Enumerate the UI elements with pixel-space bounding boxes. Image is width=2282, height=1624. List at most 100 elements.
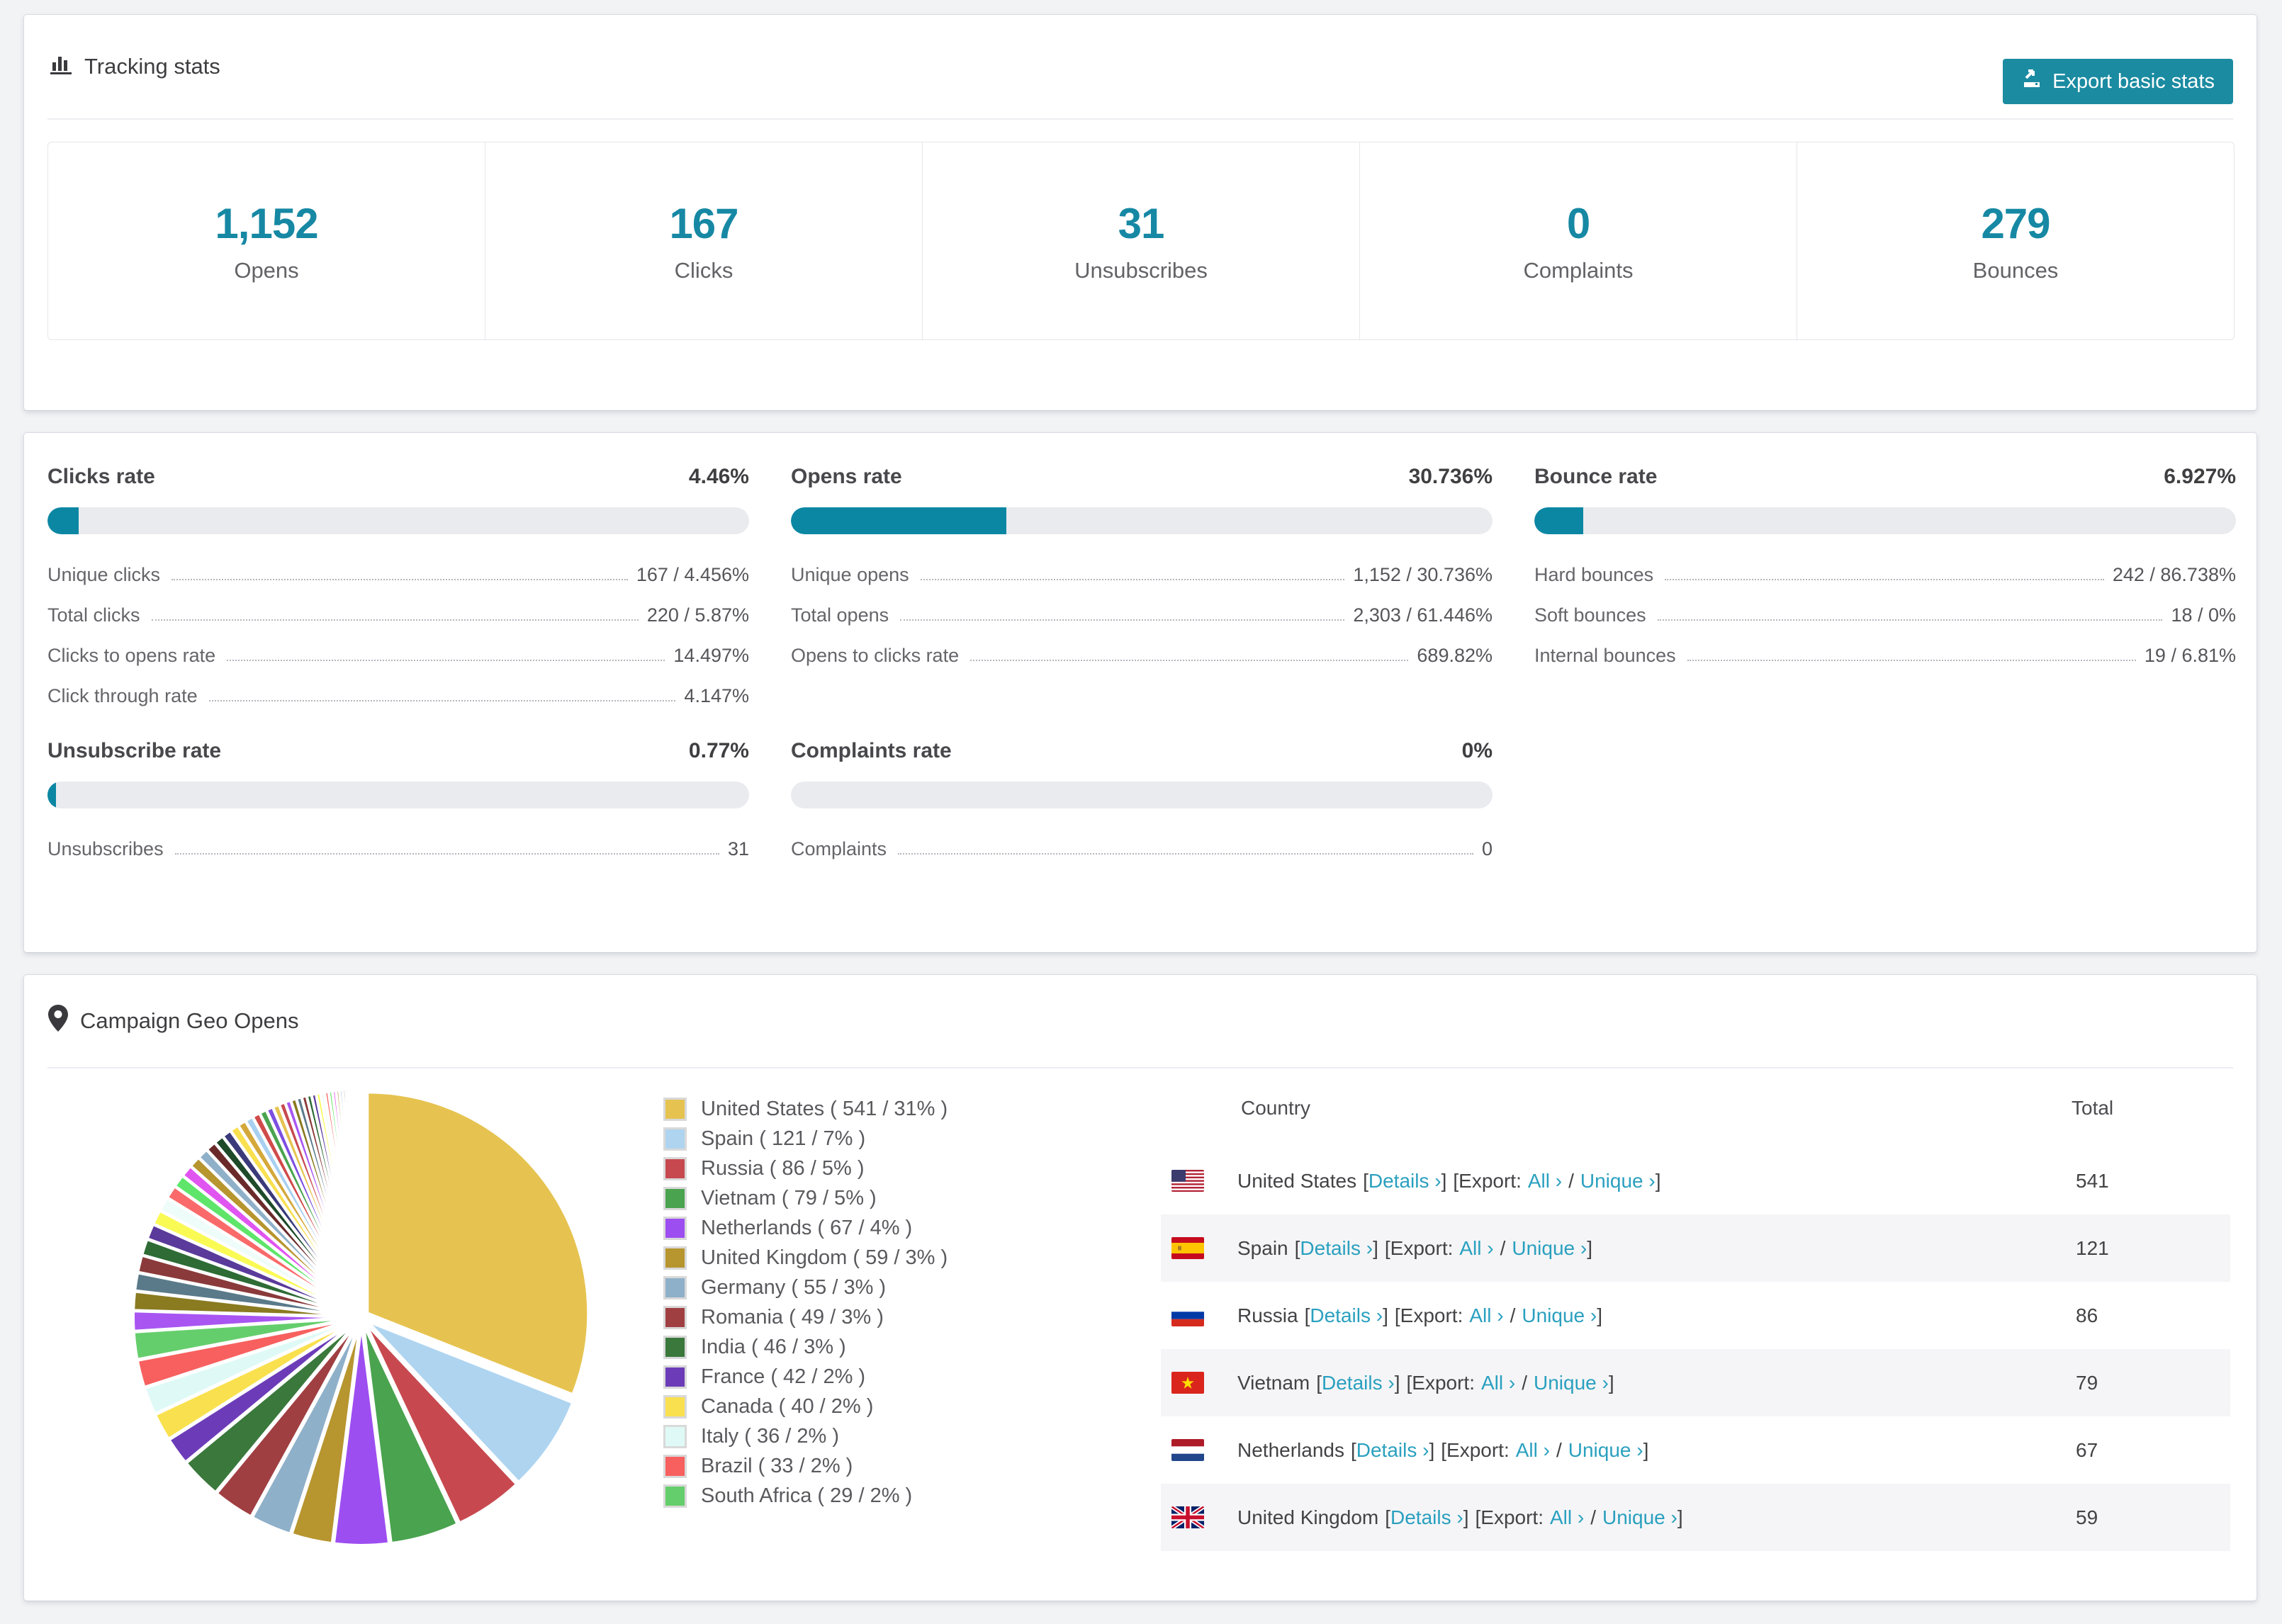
rate-title: Unsubscribe rate [47, 739, 222, 762]
panel-title: Tracking stats [84, 54, 220, 79]
export-all-link[interactable]: All › [1481, 1372, 1515, 1394]
stat-value: 1,152 [215, 199, 318, 247]
metric-row: Unsubscribes 31 [47, 838, 749, 859]
legend-swatch [663, 1127, 687, 1151]
legend-swatch [663, 1424, 687, 1448]
table-row-netherlands: Netherlands [Details ›] [Export: All › / Uniq… [1161, 1416, 2230, 1484]
legend-item: South Africa ( 29 / 2% ) [663, 1481, 948, 1511]
table-row-united-states: United States [Details ›] [Export: All › / Un… [1161, 1147, 2230, 1214]
export-unique-link[interactable]: Unique › [1602, 1506, 1677, 1528]
united-kingdom-flag-icon [1171, 1506, 1204, 1528]
legend-swatch [663, 1335, 687, 1359]
metric-row: Soft bounces 18 / 0% [1534, 604, 2236, 626]
legend-swatch [663, 1305, 687, 1329]
tracking-stats-panel: Tracking stats Export basic stats 1,152 … [23, 14, 2257, 411]
bounce-rate-progressbar [1534, 507, 2236, 534]
clicks-rate-progressbar [47, 507, 749, 534]
metric-row: Internal bounces 19 / 6.81% [1534, 645, 2236, 666]
clicks-rate-block: Clicks rate 4.46% Unique clicks 167 / 4.45… [47, 433, 749, 707]
header-divider [47, 1067, 2233, 1068]
export-unique-link[interactable]: Unique › [1512, 1237, 1587, 1259]
details-link[interactable]: Details › [1310, 1304, 1383, 1326]
metric-row: Opens to clicks rate 689.82% [791, 645, 1493, 666]
details-link[interactable]: Details › [1322, 1372, 1395, 1394]
export-unique-link[interactable]: Unique › [1568, 1439, 1643, 1461]
stat-unsubscribes: 31 Unsubscribes [923, 142, 1360, 339]
bar-chart-icon [47, 51, 73, 82]
export-unique-link[interactable]: Unique › [1522, 1304, 1597, 1326]
rates-panel: Clicks rate 4.46% Unique clicks 167 / 4.45… [23, 432, 2257, 953]
geo-opens-table: Country Total United States [Details ›] [E… [1161, 1069, 2230, 1577]
export-basic-stats-button[interactable]: Export basic stats [2003, 59, 2233, 104]
table-row-russia: Russia [Details ›] [Export: All › / Unique ›]… [1161, 1282, 2230, 1349]
details-link[interactable]: Details › [1368, 1170, 1441, 1192]
united-states-flag-icon [1171, 1170, 1204, 1192]
stat-value: 279 [1981, 199, 2050, 247]
legend-swatch [663, 1216, 687, 1240]
stat-complaints: 0 Complaints [1360, 142, 1797, 339]
metric-row: Total opens 2,303 / 61.446% [791, 604, 1493, 626]
campaign-stats-page: { "tracking": { "title": "Tracking stats… [0, 0, 2282, 1624]
legend-item: Vietnam ( 79 / 5% ) [663, 1183, 948, 1213]
total-value: 59 [2076, 1506, 2098, 1528]
spain-flag-icon [1171, 1237, 1204, 1259]
legend-item: Italy ( 36 / 2% ) [663, 1421, 948, 1451]
tracking-stats-title-row: Tracking stats [47, 51, 220, 82]
metric-row: Hard bounces 242 / 86.738% [1534, 564, 2236, 585]
export-all-link[interactable]: All › [1459, 1237, 1493, 1259]
rate-title: Clicks rate [47, 465, 155, 488]
export-all-link[interactable]: All › [1528, 1170, 1562, 1192]
legend-swatch [663, 1246, 687, 1270]
details-link[interactable]: Details › [1390, 1506, 1463, 1528]
geo-opens-pie-chart [123, 1079, 600, 1555]
complaints-rate-progressbar [791, 782, 1493, 808]
metric-row: Total clicks 220 / 5.87% [47, 604, 749, 626]
legend-item: Germany ( 55 / 3% ) [663, 1273, 948, 1302]
map-pin-icon [47, 1004, 69, 1038]
details-link[interactable]: Details › [1356, 1439, 1429, 1461]
header-divider [47, 118, 2233, 120]
total-value: 79 [2076, 1371, 2098, 1394]
country-column-header: Country [1241, 1097, 1311, 1119]
legend-item: Spain ( 121 / 7% ) [663, 1124, 948, 1154]
legend-item: India ( 46 / 3% ) [663, 1332, 948, 1362]
rate-value: 30.736% [1408, 465, 1493, 488]
export-all-link[interactable]: All › [1469, 1304, 1503, 1326]
metric-row: Unique clicks 167 / 4.456% [47, 564, 749, 585]
legend-item: Brazil ( 33 / 2% ) [663, 1451, 948, 1481]
stat-value: 31 [1118, 199, 1165, 247]
metric-row: Complaints 0 [791, 838, 1493, 859]
total-value: 121 [2076, 1236, 2109, 1259]
legend-swatch [663, 1484, 687, 1508]
rate-value: 0.77% [688, 739, 749, 762]
legend-item: United Kingdom ( 59 / 3% ) [663, 1243, 948, 1273]
rate-value: 6.927% [2164, 465, 2236, 488]
stat-label: Complaints [1523, 257, 1634, 283]
legend-item: Netherlands ( 67 / 4% ) [663, 1213, 948, 1243]
details-link[interactable]: Details › [1300, 1237, 1373, 1259]
legend-swatch [663, 1394, 687, 1419]
export-all-link[interactable]: All › [1516, 1439, 1550, 1461]
stat-label: Unsubscribes [1074, 257, 1208, 283]
unsubscribe-rate-block: Unsubscribe rate 0.77% Unsubscribes 31 [47, 707, 749, 860]
export-all-link[interactable]: All › [1550, 1506, 1584, 1528]
legend-item: France ( 42 / 2% ) [663, 1362, 948, 1392]
pie-legend: United States ( 541 / 31% ) Spain ( 121 … [663, 1094, 948, 1511]
export-unique-link[interactable]: Unique › [1534, 1372, 1609, 1394]
unsubscribe-rate-progressbar [47, 782, 749, 808]
stats-summary-box: 1,152 Opens 167 Clicks 31 Unsubscribes 0… [47, 142, 2235, 340]
legend-swatch [663, 1365, 687, 1389]
rate-title: Opens rate [791, 465, 902, 488]
export-unique-link[interactable]: Unique › [1580, 1170, 1656, 1192]
vietnam-flag-icon [1171, 1372, 1204, 1394]
total-value: 67 [2076, 1438, 2098, 1461]
stat-value: 167 [669, 199, 738, 247]
legend-item: Russia ( 86 / 5% ) [663, 1154, 948, 1183]
legend-swatch [663, 1275, 687, 1299]
legend-swatch [663, 1097, 687, 1121]
russia-flag-icon [1171, 1304, 1204, 1326]
metric-row: Click through rate 4.147% [47, 685, 749, 706]
campaign-geo-opens-panel: Campaign Geo Opens United States ( 541 /… [23, 974, 2257, 1601]
rate-value: 4.46% [688, 465, 749, 488]
bounce-rate-block: Bounce rate 6.927% Hard bounces 242 / 86.7… [1534, 433, 2236, 707]
